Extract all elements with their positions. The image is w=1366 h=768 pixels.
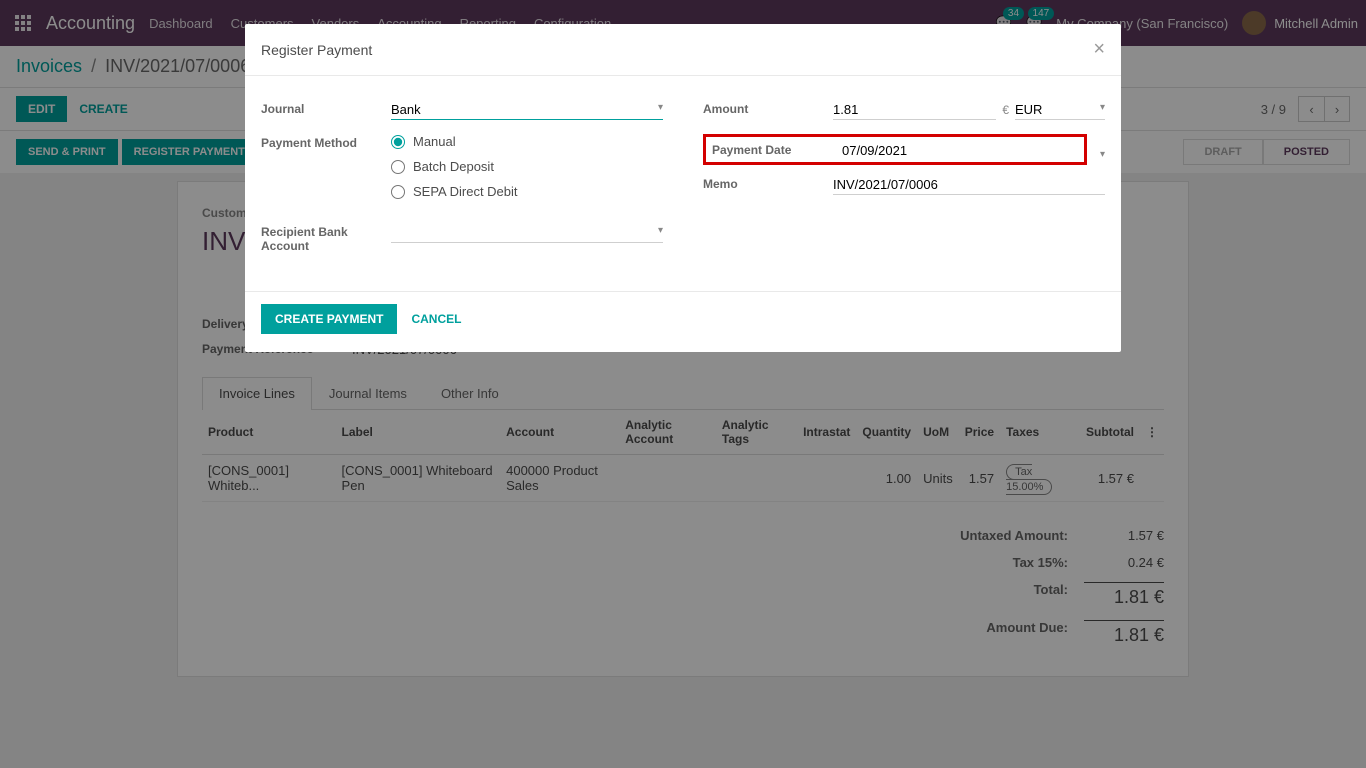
method-sepa-label: SEPA Direct Debit xyxy=(413,184,518,199)
payment-date-highlight: Payment Date xyxy=(703,134,1087,165)
date-label: Payment Date xyxy=(712,141,842,157)
method-manual-label: Manual xyxy=(413,134,456,149)
memo-label: Memo xyxy=(703,175,833,191)
create-payment-button[interactable]: CREATE PAYMENT xyxy=(261,304,397,334)
date-input[interactable] xyxy=(842,141,1078,160)
currency-symbol: € xyxy=(1002,103,1009,117)
modal-overlay: Register Payment × Journal ▾ Payment Met… xyxy=(0,0,1366,768)
method-batch-radio[interactable] xyxy=(391,160,405,174)
journal-label: Journal xyxy=(261,100,391,116)
method-manual[interactable]: Manual xyxy=(391,134,663,149)
method-sepa-radio[interactable] xyxy=(391,185,405,199)
memo-input[interactable] xyxy=(833,175,1105,195)
method-batch[interactable]: Batch Deposit xyxy=(391,159,663,174)
method-sepa[interactable]: SEPA Direct Debit xyxy=(391,184,663,199)
modal-header: Register Payment × xyxy=(245,24,1121,76)
register-payment-modal: Register Payment × Journal ▾ Payment Met… xyxy=(245,24,1121,352)
amount-input[interactable] xyxy=(833,100,996,120)
modal-footer: CREATE PAYMENT CANCEL xyxy=(245,291,1121,352)
currency-input[interactable] xyxy=(1015,100,1105,120)
method-batch-label: Batch Deposit xyxy=(413,159,494,174)
chevron-down-icon[interactable]: ▾ xyxy=(1100,149,1105,160)
recipient-input[interactable] xyxy=(391,223,663,243)
amount-label: Amount xyxy=(703,100,833,116)
modal-title: Register Payment xyxy=(261,42,372,58)
method-label: Payment Method xyxy=(261,134,391,150)
close-icon[interactable]: × xyxy=(1093,38,1105,61)
cancel-button[interactable]: CANCEL xyxy=(411,312,461,326)
recipient-label: Recipient Bank Account xyxy=(261,223,391,253)
method-manual-radio[interactable] xyxy=(391,135,405,149)
journal-input[interactable] xyxy=(391,100,663,120)
